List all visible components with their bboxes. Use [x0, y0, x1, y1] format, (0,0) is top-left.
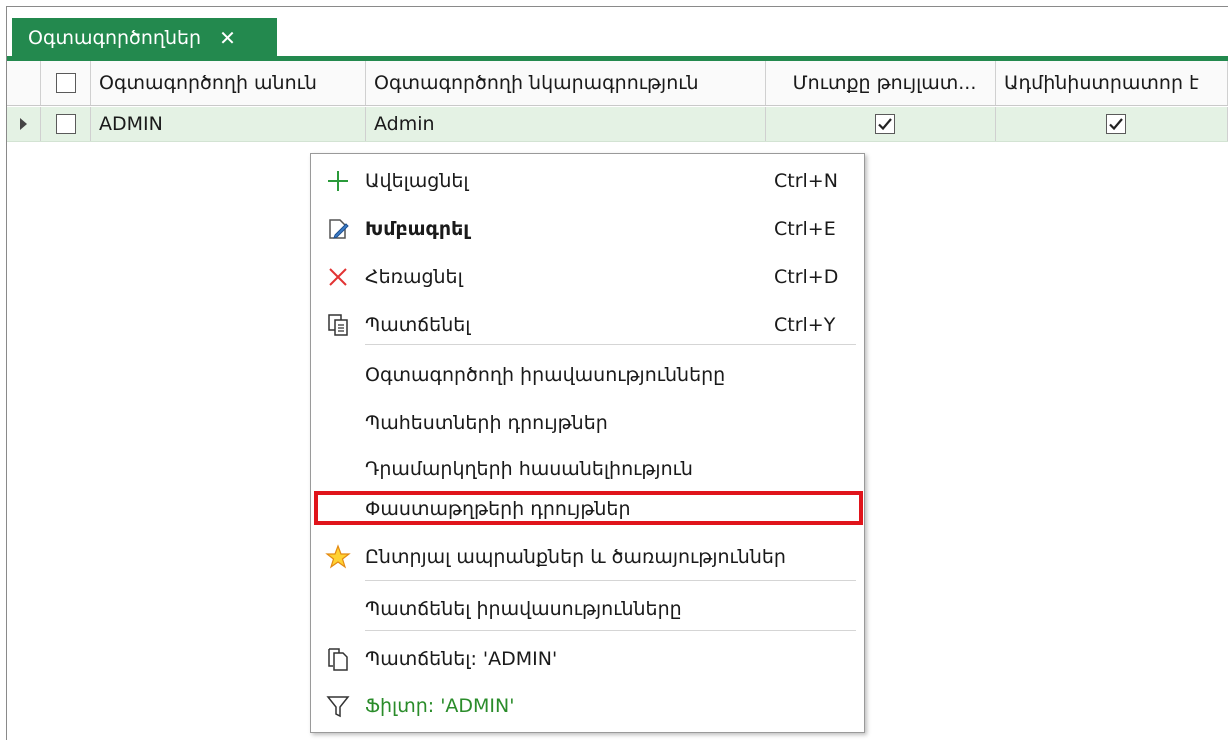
check-icon	[1108, 118, 1123, 131]
cell-user-description[interactable]: Admin	[366, 107, 766, 141]
row-indicator-header	[7, 61, 41, 105]
row-indicator	[7, 107, 41, 141]
menu-item-copy-value[interactable]: Պատճենել: 'ADMIN'	[311, 635, 864, 683]
menu-item-label: Պատճենել իրավասությունները	[365, 598, 682, 620]
plus-icon	[311, 168, 365, 194]
cell-login-allowed[interactable]	[766, 107, 996, 141]
cell-user-name[interactable]: ADMIN	[91, 107, 366, 141]
copy-value-icon	[311, 646, 365, 672]
menu-item-copy-permissions[interactable]: Պատճենել իրավասությունները	[311, 585, 864, 633]
copy-icon	[311, 312, 365, 338]
edit-icon	[311, 216, 365, 242]
menu-item-shortcut: Ctrl+D	[774, 266, 839, 288]
menu-item-copy[interactable]: Պատճենել Ctrl+Y	[311, 301, 864, 349]
menu-item-filter[interactable]: Ֆիլտր: 'ADMIN'	[311, 682, 864, 730]
row-select-checkbox[interactable]	[55, 114, 76, 134]
tab-strip: Օգտագործողներ ✕	[7, 7, 1228, 61]
tab-title: Օգտագործողներ	[28, 27, 202, 49]
tab-users[interactable]: Օգտագործողներ ✕	[12, 18, 277, 58]
close-icon[interactable]: ✕	[219, 28, 236, 48]
menu-item-label: Պատճենել: 'ADMIN'	[365, 648, 558, 670]
column-header-description[interactable]: Օգտագործողի նկարագրություն	[366, 61, 766, 105]
column-header-is-admin[interactable]: Ադմինիստրատոր է	[996, 61, 1228, 105]
column-header-name[interactable]: Օգտագործողի անուն	[91, 61, 366, 105]
row-pointer-icon	[20, 118, 27, 130]
menu-item-label: Ֆիլտր: 'ADMIN'	[365, 695, 515, 717]
menu-item-label: Պատճենել	[365, 314, 471, 336]
menu-item-label: Պահեստների դրույթներ	[365, 412, 608, 434]
context-menu: Ավելացնել Ctrl+N Խմբագրել Ctrl+E Հեռացնե…	[310, 153, 865, 733]
menu-item-shortcut: Ctrl+Y	[774, 314, 836, 336]
menu-item-add[interactable]: Ավելացնել Ctrl+N	[311, 157, 864, 205]
menu-item-shortcut: Ctrl+N	[774, 170, 838, 192]
login-allowed-checkbox[interactable]	[874, 114, 895, 134]
row-select-cell	[41, 107, 91, 141]
menu-item-shortcut: Ctrl+E	[774, 218, 836, 240]
menu-item-label: Ավելացնել	[365, 170, 469, 192]
menu-item-label: Խմբագրել	[365, 218, 470, 240]
menu-item-delete[interactable]: Հեռացնել Ctrl+D	[311, 253, 864, 301]
cell-is-admin[interactable]	[996, 107, 1228, 141]
menu-item-favorite-products[interactable]: Ընտրյալ ապրանքներ և ծառայություններ	[311, 533, 864, 581]
select-all-cell	[41, 61, 91, 105]
highlight-box	[314, 491, 863, 525]
is-admin-checkbox[interactable]	[1105, 114, 1126, 134]
select-all-checkbox[interactable]	[55, 73, 76, 93]
menu-item-label: Դրամարկղերի հասանելիություն	[365, 458, 693, 480]
grid-header: Օգտագործողի անուն Օգտագործողի նկարագրութ…	[7, 61, 1228, 106]
menu-separator	[365, 630, 856, 631]
column-header-login-allowed[interactable]: Մուտքը թույլատ...	[766, 61, 996, 105]
table-row[interactable]: ADMIN Admin	[7, 107, 1228, 142]
menu-separator	[365, 344, 856, 345]
menu-item-edit[interactable]: Խմբագրել Ctrl+E	[311, 205, 864, 253]
menu-item-label: Հեռացնել	[365, 266, 463, 288]
filter-icon	[311, 693, 365, 719]
menu-item-label: Ընտրյալ ապրանքներ և ծառայություններ	[365, 546, 786, 568]
delete-icon	[311, 264, 365, 290]
check-icon	[877, 118, 892, 131]
menu-item-warehouse-settings[interactable]: Պահեստների դրույթներ	[311, 399, 864, 447]
menu-item-label: Օգտագործողի իրավասությունները	[365, 364, 726, 386]
star-icon	[311, 544, 365, 570]
menu-separator	[365, 580, 856, 581]
menu-item-user-permissions[interactable]: Օգտագործողի իրավասությունները	[311, 351, 864, 399]
